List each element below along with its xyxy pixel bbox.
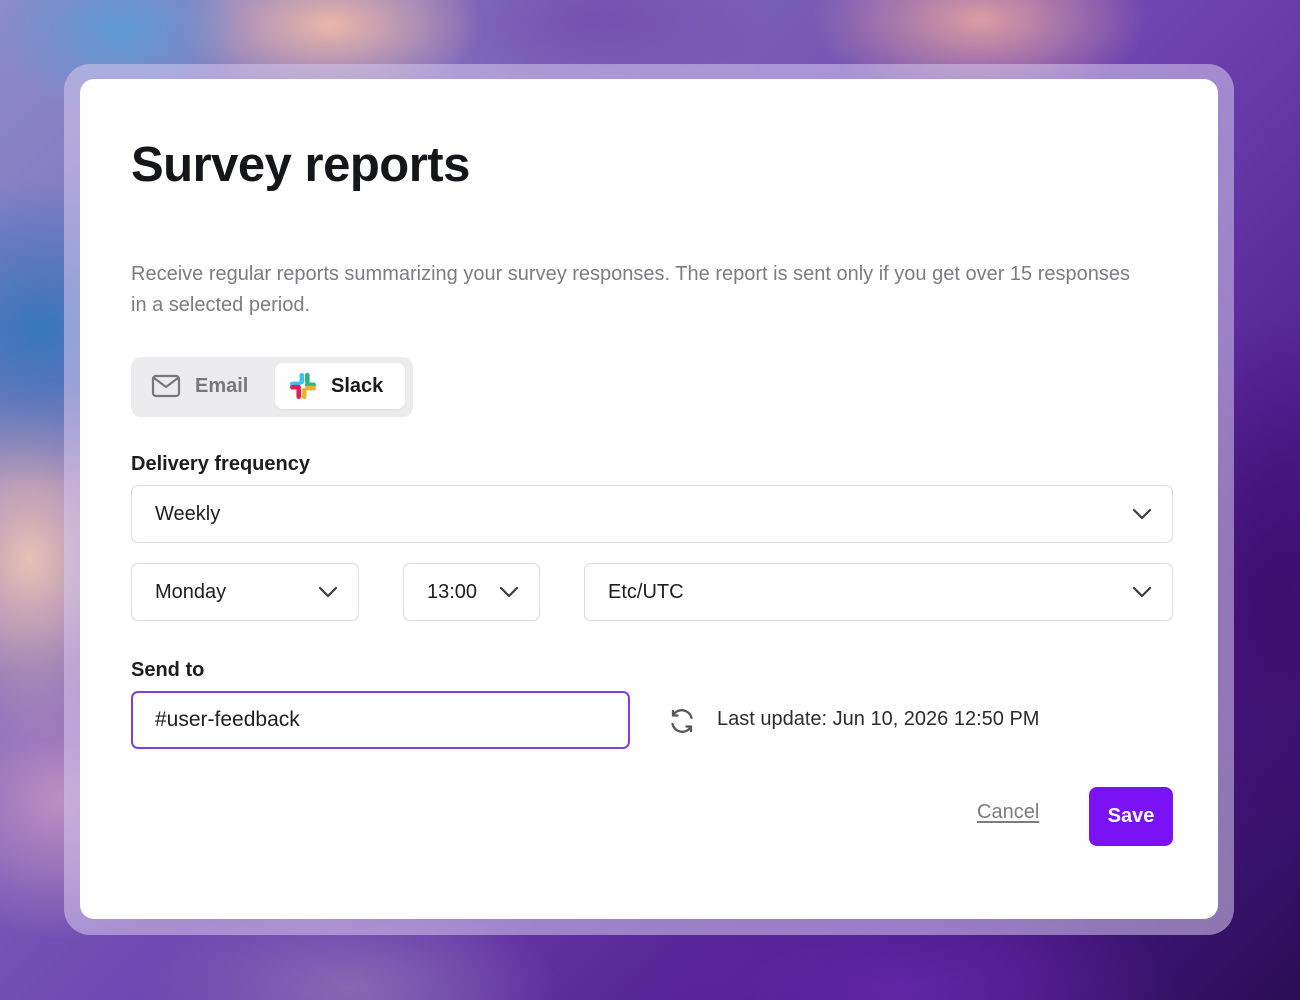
mail-icon xyxy=(151,374,181,398)
refresh-icon[interactable] xyxy=(664,703,700,739)
chevron-down-icon xyxy=(318,584,338,600)
chevron-down-icon xyxy=(499,584,519,600)
time-select[interactable]: 13:00 xyxy=(403,563,540,621)
cancel-button[interactable]: Cancel xyxy=(977,801,1039,824)
day-select-value: Monday xyxy=(155,580,227,603)
timezone-select[interactable]: Etc/UTC xyxy=(584,563,1173,621)
chevron-down-icon xyxy=(1132,584,1152,600)
frequency-select-value: Weekly xyxy=(155,502,221,525)
channel-option-slack[interactable]: Slack xyxy=(275,363,405,409)
slack-logo-icon xyxy=(289,372,317,400)
modal-title: Survey reports xyxy=(131,138,470,192)
last-update-text: Last update: Jun 10, 2026 12:50 PM xyxy=(717,708,1040,730)
save-button[interactable]: Save xyxy=(1089,787,1173,846)
delivery-frequency-label: Delivery frequency xyxy=(131,453,310,475)
channel-option-slack-label: Slack xyxy=(331,374,384,397)
time-select-value: 13:00 xyxy=(427,580,478,603)
channel-switch: Email Slack xyxy=(131,357,413,417)
send-to-label: Send to xyxy=(131,659,205,681)
send-to-input[interactable] xyxy=(131,691,630,749)
timezone-select-value: Etc/UTC xyxy=(608,580,684,603)
chevron-down-icon xyxy=(1132,506,1152,522)
modal-description: Receive regular reports summarizing your… xyxy=(131,263,1130,316)
day-select[interactable]: Monday xyxy=(131,563,359,621)
survey-reports-modal: Survey reports Receive regular reports s… xyxy=(80,79,1218,919)
frequency-select[interactable]: Weekly xyxy=(131,485,1173,543)
channel-option-email[interactable]: Email xyxy=(137,363,269,409)
channel-option-email-label: Email xyxy=(195,374,249,397)
